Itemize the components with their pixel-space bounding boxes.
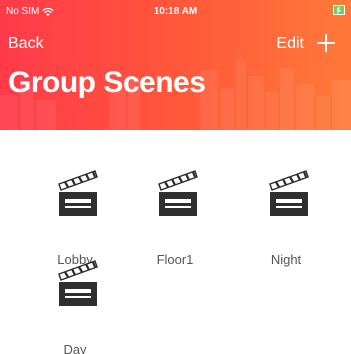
clapperboard-icon (158, 170, 198, 216)
scene-label: Day (63, 342, 87, 354)
scene-item-night[interactable]: Night (236, 168, 336, 278)
scene-label: Floor1 (156, 252, 194, 267)
scene-label: Night (270, 252, 302, 267)
clapperboard-icon (269, 170, 309, 216)
scene-grid: Lobby Floor1 Night Day (0, 0, 351, 354)
clapperboard-icon (58, 260, 98, 306)
scene-item-day[interactable]: Day (25, 258, 125, 354)
clapperboard-icon (58, 170, 98, 216)
page: No SIM 10:18 AM Back Edit Group Scenes L… (0, 0, 351, 354)
scene-item-floor1[interactable]: Floor1 (125, 168, 225, 278)
